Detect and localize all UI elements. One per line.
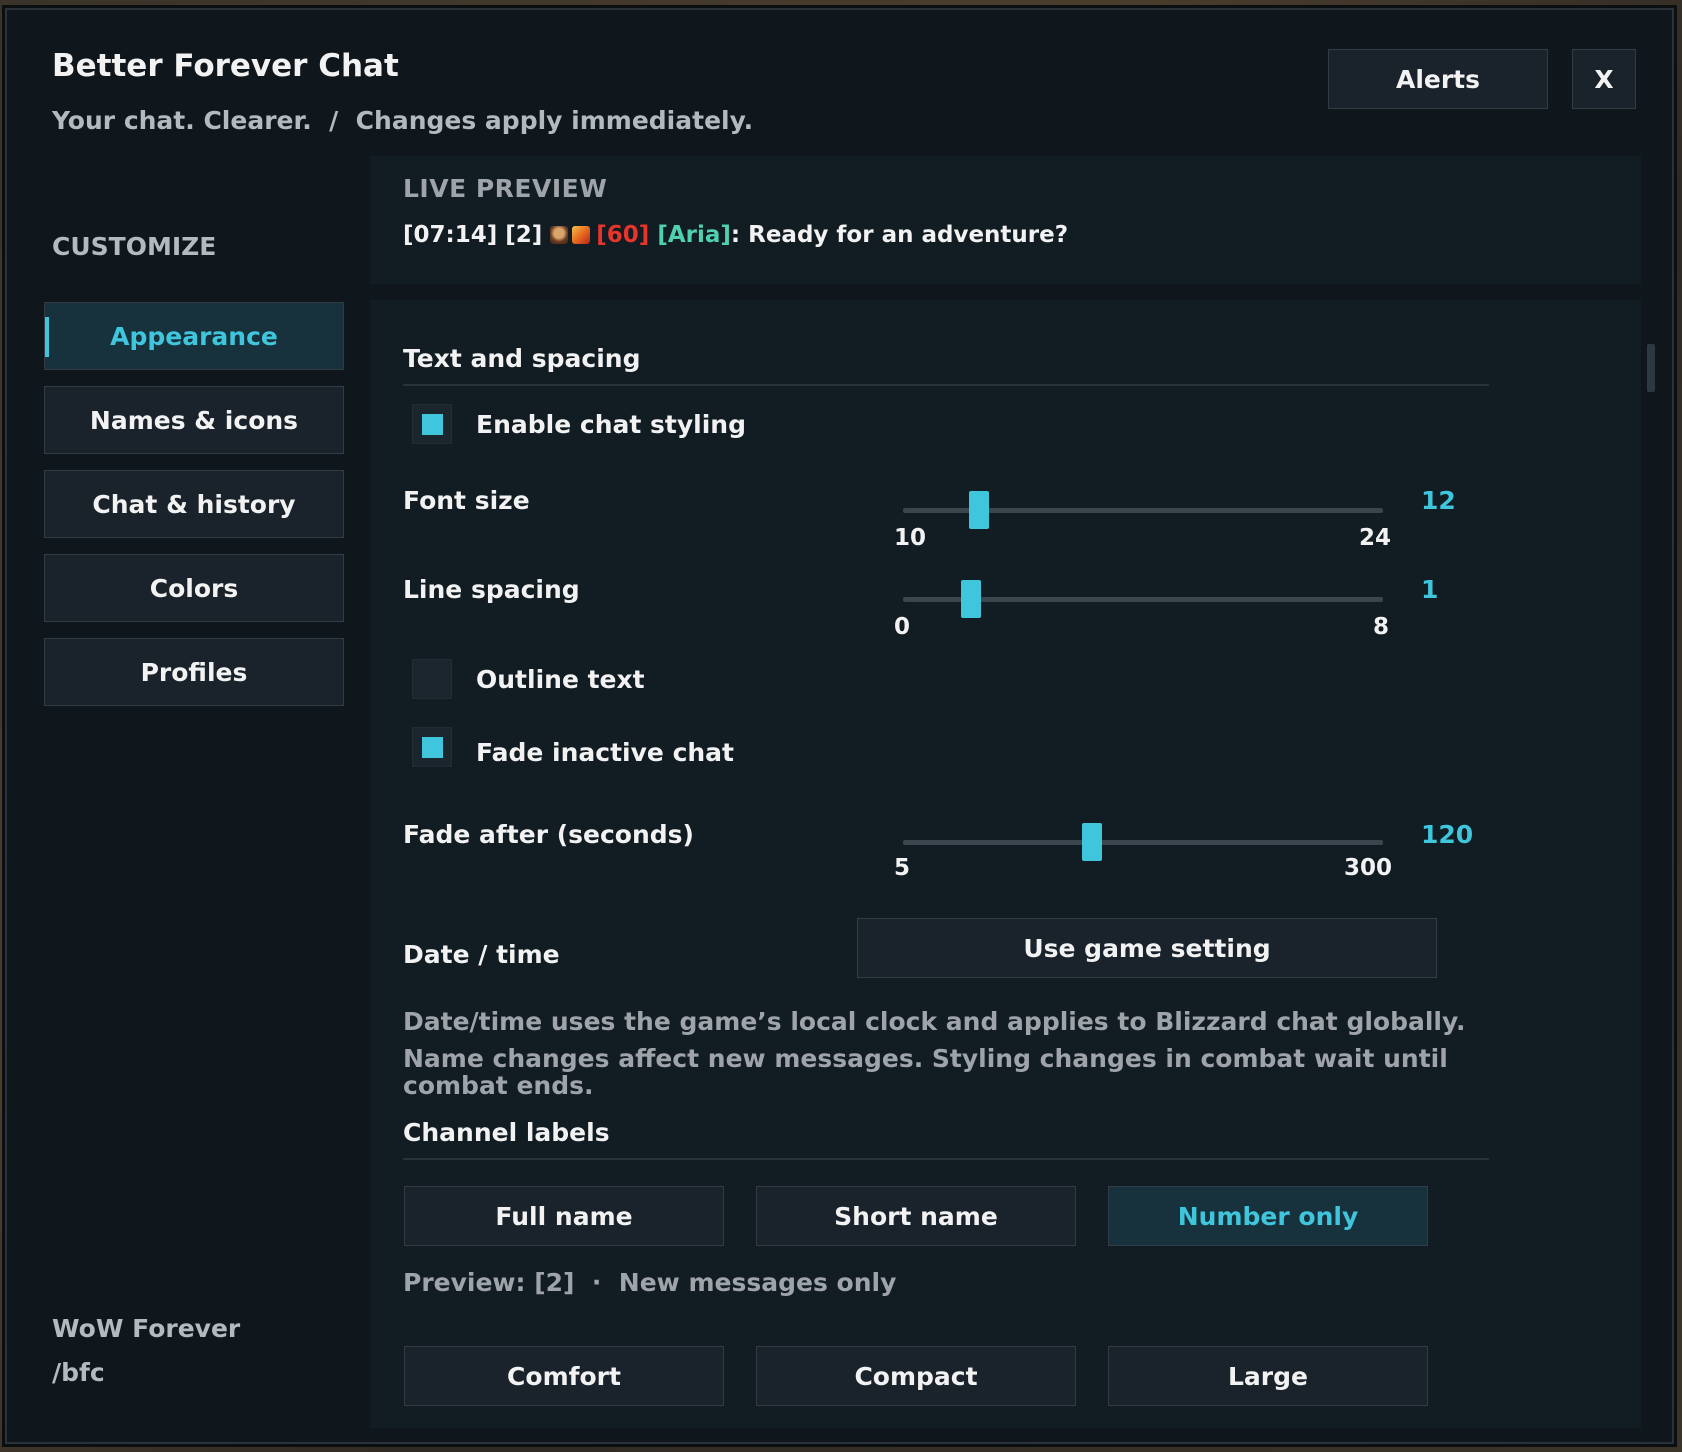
preview-name: [Aria] — [657, 222, 731, 248]
preset-compact-button[interactable]: Compact — [756, 1346, 1076, 1406]
app-title: Better Forever Chat — [52, 48, 399, 84]
race-icon — [550, 226, 569, 244]
line-spacing-min: 0 — [894, 614, 911, 640]
outline-text-checkbox[interactable] — [412, 659, 452, 699]
font-size-slider[interactable] — [903, 490, 1383, 530]
preview-text: : Ready for an adventure? — [730, 222, 1069, 248]
alerts-button[interactable]: Alerts — [1328, 49, 1548, 109]
sidebar-item-names-icons[interactable]: Names & icons — [44, 386, 344, 454]
fade-inactive-checkbox[interactable] — [412, 727, 452, 767]
fade-inactive-label: Fade inactive chat — [476, 738, 735, 767]
sidebar-item-profiles[interactable]: Profiles — [44, 638, 344, 706]
line-spacing-value: 1 — [1421, 575, 1439, 604]
channel-option-number-only[interactable]: Number only — [1108, 1186, 1428, 1246]
enable-styling-label: Enable chat styling — [476, 410, 746, 439]
line-spacing-max: 8 — [1373, 614, 1390, 640]
line-spacing-thumb[interactable] — [961, 580, 981, 618]
font-size-min: 10 — [894, 525, 927, 551]
fade-after-slider[interactable] — [903, 822, 1383, 862]
section-title-text-spacing: Text and spacing — [403, 344, 641, 373]
channel-preview-text: Preview: [2] · New messages only — [403, 1268, 897, 1297]
fade-after-value: 120 — [1421, 820, 1474, 849]
enable-styling-checkbox[interactable] — [412, 404, 452, 444]
name-change-note: Name changes affect new messages. Stylin… — [403, 1044, 1448, 1100]
sidebar-item-chat-history[interactable]: Chat & history — [44, 470, 344, 538]
footer-command: /bfc — [52, 1358, 105, 1387]
settings-dialog: Better Forever Chat Your chat. Clearer. … — [5, 8, 1674, 1444]
outline-text-label: Outline text — [476, 665, 645, 694]
font-size-label: Font size — [403, 486, 530, 515]
preview-heading: LIVE PREVIEW — [403, 174, 608, 203]
date-time-button[interactable]: Use game setting — [857, 918, 1437, 978]
preview-timestamp: [07:14] [2] — [403, 222, 551, 248]
close-button[interactable]: X — [1572, 49, 1636, 109]
settings-panel — [371, 300, 1641, 1428]
font-size-value: 12 — [1421, 486, 1456, 515]
line-spacing-slider[interactable] — [903, 579, 1383, 619]
date-time-label: Date / time — [403, 940, 560, 969]
preset-comfort-button[interactable]: Comfort — [404, 1346, 724, 1406]
preview-level: [60] — [596, 222, 650, 248]
date-time-note: Date/time uses the game’s local clock an… — [403, 1007, 1466, 1036]
sidebar-item-appearance[interactable]: Appearance — [44, 302, 344, 370]
channel-labels-title: Channel labels — [403, 1118, 610, 1147]
fade-after-min: 5 — [894, 855, 911, 881]
preview-message: [07:14] [2] [60] [Aria] : Ready for an a… — [403, 222, 1068, 248]
fade-after-max: 300 — [1344, 855, 1393, 881]
font-size-max: 24 — [1359, 525, 1392, 551]
footer-name: WoW Forever — [52, 1314, 241, 1343]
channel-option-short-name[interactable]: Short name — [756, 1186, 1076, 1246]
channel-labels-divider — [403, 1158, 1489, 1160]
sidebar-item-colors[interactable]: Colors — [44, 554, 344, 622]
fade-after-thumb[interactable] — [1082, 823, 1102, 861]
font-size-thumb[interactable] — [969, 491, 989, 529]
section-divider — [403, 384, 1489, 386]
live-preview-panel: LIVE PREVIEW [07:14] [2] [60] [Aria] : R… — [371, 156, 1641, 284]
fade-after-track — [903, 840, 1383, 845]
preset-large-button[interactable]: Large — [1108, 1346, 1428, 1406]
settings-scrollbar[interactable] — [1647, 344, 1655, 392]
class-icon — [572, 226, 591, 244]
line-spacing-label: Line spacing — [403, 575, 580, 604]
app-subtitle: Your chat. Clearer. / Changes apply imme… — [52, 106, 754, 135]
fade-after-label: Fade after (seconds) — [403, 820, 694, 849]
sidebar-heading: CUSTOMIZE — [52, 232, 217, 261]
channel-option-full-name[interactable]: Full name — [404, 1186, 724, 1246]
